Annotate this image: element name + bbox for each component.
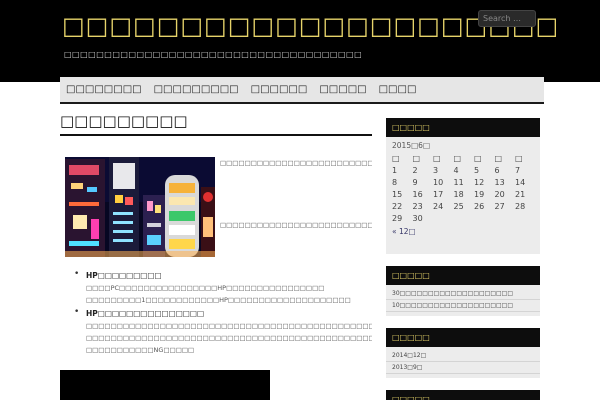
feature-text: □□□□PC□□□□□□□□□□□□□□□□HP□□□□□□□□□□□□□□□□ <box>86 284 325 292</box>
calendar-day: 23 <box>412 201 423 211</box>
feature-text: □□□□□□□□□□□NG□□□□□ <box>86 346 195 354</box>
list-item[interactable]: 2013□9□ <box>386 362 540 374</box>
extra-widget: □□□□□ <box>386 390 540 400</box>
calendar-day: 15 <box>392 189 403 199</box>
calendar-day: 5 <box>474 165 480 175</box>
list-item[interactable]: 10□□□□□□□□□□□□□□□□□□□□ <box>386 300 540 312</box>
calendar-week: 15 16 17 18 19 20 21 <box>392 188 536 200</box>
calendar-table: □ □ □ □ □ □ □ 1 2 3 4 5 6 7 8 9 10 11 12… <box>392 152 536 224</box>
calendar-day <box>454 212 475 224</box>
site-header: □□□□□□□□□□□□□□□□□□□□□ □□□□□□□□□□□□□□□□□□… <box>0 0 600 82</box>
calendar-day: 13 <box>494 177 505 187</box>
calendar-day: 30 <box>412 213 423 223</box>
weekday: □ <box>433 153 441 163</box>
calendar-week: 22 23 24 25 26 27 28 <box>392 200 536 212</box>
feature-list: HP□□□□□□□□□ □□□□PC□□□□□□□□□□□□□□□□HP□□□□… <box>74 269 372 358</box>
calendar-day <box>515 212 536 224</box>
paragraph-text: □□□□□□□□□□□□□□□□□□□□□□□□□□□□□□□□□□□□□□□□… <box>220 159 372 167</box>
weekday: □ <box>412 153 421 163</box>
calendar-day: 7 <box>515 165 521 175</box>
calendar-day: 19 <box>474 189 485 199</box>
feature-text: □□□□□□□□□1□□□□□□□□□□□□HP□□□□□□□□□□□□□□□□… <box>86 296 351 304</box>
calendar-day: 1 <box>392 165 398 175</box>
night-city-illustration <box>65 157 215 257</box>
widget-title: □□□□□ <box>386 390 540 400</box>
calendar-week: 29 30 <box>392 212 536 224</box>
calendar-prev-link[interactable]: « 12□ <box>386 224 540 239</box>
nav-item-3[interactable]: □□□□□□ <box>251 84 308 95</box>
embedded-media-block <box>60 370 270 400</box>
calendar-day <box>474 212 495 224</box>
weekday: □ <box>392 153 400 163</box>
feature-text: □□□□□□□□□□□□□□□□□□□□□□□□□□□□□□□□□□□□□□□□… <box>86 322 372 330</box>
feature-text: □□□□□□□□□□□□□□□□□□□□□□□□□□□□□□□□□□□□□□□□… <box>86 334 372 342</box>
calendar-weekdays: □ □ □ □ □ □ □ <box>392 152 536 164</box>
calendar-day: 16 <box>412 189 423 199</box>
main-nav: □□□□□□□□ □□□□□□□□□ □□□□□□ □□□□□ □□□□ <box>60 77 544 104</box>
post-title[interactable]: □□□□□□□□□ <box>60 112 372 136</box>
feature-title: HP□□□□□□□□□ <box>86 271 162 280</box>
page: □□□□□□□□□□□□□□□□□□□□□ □□□□□□□□□□□□□□□□□□… <box>0 0 600 400</box>
feature-title: HP□□□□□□□□□□□□□□□ <box>86 309 205 318</box>
weekday: □ <box>453 153 462 163</box>
post-image <box>65 157 215 257</box>
widget-title: □□□□□ <box>386 118 540 137</box>
calendar-day: 24 <box>433 201 444 211</box>
calendar-day: 21 <box>515 189 526 199</box>
nav-item-4[interactable]: □□□□□ <box>319 84 366 95</box>
calendar-day: 18 <box>453 189 464 199</box>
calendar-day: 22 <box>392 201 403 211</box>
list-item: HP□□□□□□□□□□□□□□□ □□□□□□□□□□□□□□□□□□□□□□… <box>74 307 372 356</box>
calendar-day: 8 <box>392 177 398 187</box>
calendar-day: 27 <box>494 201 505 211</box>
calendar-day: 6 <box>494 165 500 175</box>
calendar-widget: □□□□□ 2015□6□ □ □ □ □ □ □ □ 1 2 3 4 5 6 … <box>386 118 540 254</box>
site-description: □□□□□□□□□□□□□□□□□□□□□□□□□□□□□□□□□□□□□ <box>64 50 363 59</box>
calendar-day <box>495 212 516 224</box>
calendar-day: 12 <box>474 177 485 187</box>
recent-posts-widget: □□□□□ 30□□□□□□□□□□□□□□□□□□□□ 10□□□□□□□□□… <box>386 266 540 316</box>
calendar-day: 29 <box>392 213 403 223</box>
calendar-day: 10 <box>433 177 444 187</box>
calendar-day: 17 <box>433 189 444 199</box>
calendar-day: 11 <box>453 177 464 187</box>
calendar-week: 8 9 10 11 12 13 14 <box>392 176 536 188</box>
list-item[interactable]: 30□□□□□□□□□□□□□□□□□□□□ <box>386 288 540 300</box>
calendar-day: 3 <box>433 165 439 175</box>
calendar-day: 4 <box>453 165 459 175</box>
widget-title: □□□□□ <box>386 328 540 347</box>
weekday: □ <box>494 153 503 163</box>
calendar-day <box>433 212 454 224</box>
calendar-day: 25 <box>453 201 464 211</box>
calendar-day: 26 <box>474 201 485 211</box>
post-paragraph-2: □□□□□□□□□□□□□□□□□□□□□□□□□□□□□□□□□□□□□□□□… <box>220 221 372 229</box>
calendar-day: 9 <box>412 177 418 187</box>
search-input[interactable] <box>478 10 536 27</box>
calendar-week: 1 2 3 4 5 6 7 <box>392 164 536 176</box>
calendar-day: 2 <box>412 165 418 175</box>
nav-item-5[interactable]: □□□□ <box>379 84 417 95</box>
calendar-day: 20 <box>494 189 505 199</box>
calendar-caption: 2015□6□ <box>392 141 431 150</box>
archive-widget: □□□□□ 2014□12□ 2013□9□ <box>386 328 540 378</box>
weekday: □ <box>474 153 482 163</box>
list-item[interactable]: 2014□12□ <box>386 350 540 362</box>
list-item: HP□□□□□□□□□ □□□□PC□□□□□□□□□□□□□□□□HP□□□□… <box>74 269 372 306</box>
archive-list: 2014□12□ 2013□9□ <box>386 347 540 374</box>
calendar-day: 14 <box>515 177 526 187</box>
main-content: □□□□□□□□□ □□□□□□□□□□□□□□□□□□□□□□□□□ □□□□… <box>60 112 372 400</box>
nav-item-2[interactable]: □□□□□□□□□ <box>154 84 239 95</box>
nav-item-1[interactable]: □□□□□□□□ <box>66 84 142 95</box>
recent-posts-list: 30□□□□□□□□□□□□□□□□□□□□ 10□□□□□□□□□□□□□□□… <box>386 285 540 312</box>
weekday: □ <box>515 153 523 163</box>
post-paragraph-1: □□□□□□□□□□□□□□□□□□□□□□□□□□□□□□□□□□□□□□□□… <box>220 158 372 169</box>
widget-title: □□□□□ <box>386 266 540 285</box>
calendar-day: 28 <box>515 201 526 211</box>
